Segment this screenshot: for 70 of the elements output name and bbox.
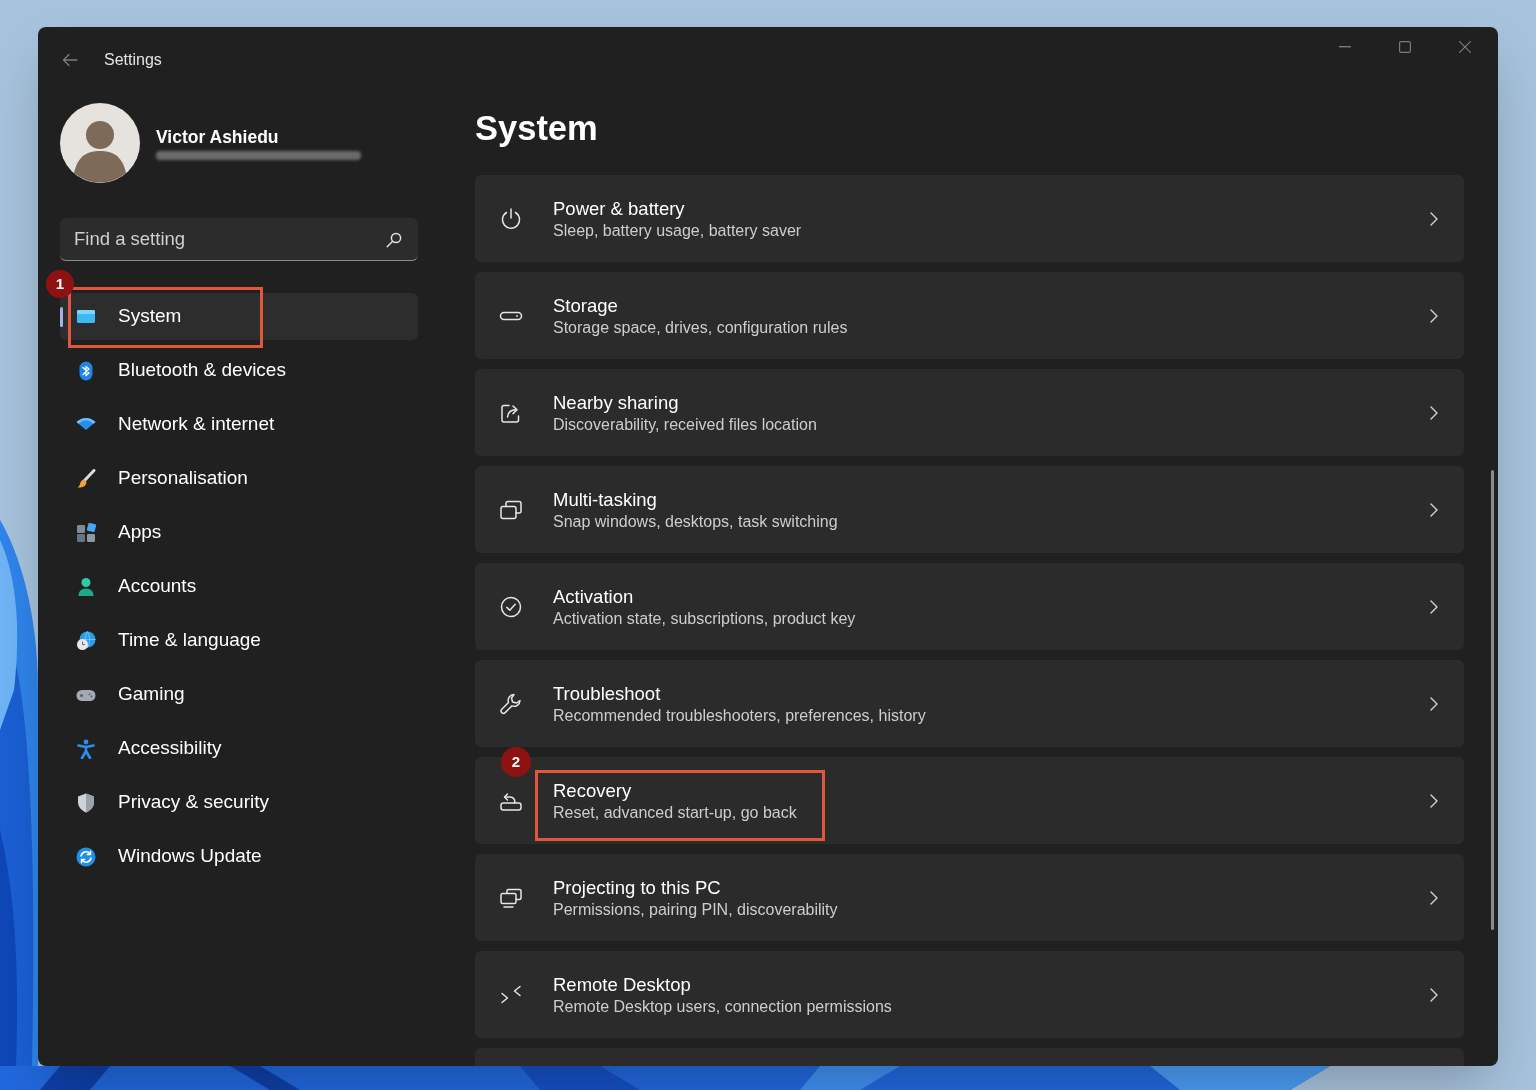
nav-item[interactable]: Time & language [60, 617, 418, 664]
step-marker: 1 [46, 270, 74, 298]
chevron-right-icon [1430, 793, 1438, 808]
nav-item[interactable]: Personalisation [60, 455, 418, 502]
card-title: Recovery [553, 778, 633, 802]
card-subtitle: Recommended troubleshooters, preferences, history [553, 705, 926, 726]
card-title: Storage [553, 293, 619, 317]
page-title: System [475, 108, 599, 149]
card-title: Nearby sharing [553, 390, 680, 414]
card-subtitle: Permissions, pairing PIN, discoverability [553, 899, 838, 920]
sync-arrows-icon [76, 846, 96, 867]
minimize-icon[interactable] [1339, 46, 1351, 48]
shield-icon [76, 792, 96, 813]
settings-card[interactable]: Remote Desktop Remote Desktop users, connection permissions [475, 951, 1464, 1038]
chevron-right-icon [1430, 987, 1438, 1002]
accessibility-figure-icon [76, 738, 96, 759]
chevron-right-icon [1430, 890, 1438, 905]
nav-item[interactable]: Network & internet [60, 401, 418, 448]
search-field[interactable]: Find a setting [60, 218, 418, 261]
apps-grid-icon [76, 522, 96, 543]
settings-card[interactable]: Storage Storage space, drives, configuration rules [475, 272, 1464, 359]
globe-clock-icon [76, 630, 96, 651]
settings-card[interactable]: Multi-tasking Snap windows, desktops, task switching [475, 466, 1464, 553]
step-marker: 2 [501, 747, 531, 777]
chevron-right-icon [1430, 502, 1438, 517]
power-icon [499, 206, 523, 231]
wrench-icon [499, 691, 523, 716]
nav-item[interactable]: Accessibility [60, 725, 418, 772]
search-icon[interactable] [386, 232, 402, 248]
chevron-right-icon [1430, 696, 1438, 711]
check-circle-icon [499, 594, 523, 619]
person-icon [76, 576, 96, 597]
card-title: Activation [553, 584, 635, 608]
settings-card[interactable]: Power & battery Sleep, battery usage, battery saver [475, 175, 1464, 262]
back-arrow-icon[interactable] [62, 52, 78, 68]
nav-item[interactable]: Apps [60, 509, 418, 556]
settings-card[interactable]: Nearby sharing Discoverability, received files location [475, 369, 1464, 456]
nav-item[interactable]: Privacy & security [60, 779, 418, 826]
card-title: Remote Desktop [553, 972, 692, 996]
scrollbar-thumb[interactable] [1491, 470, 1494, 930]
nav-item[interactable]: Windows Update [60, 833, 418, 880]
nav-item[interactable]: System [60, 293, 418, 340]
selection-indicator [60, 307, 63, 327]
nav-item[interactable]: Accounts [60, 563, 418, 610]
nav-item[interactable]: Gaming [60, 671, 418, 718]
account-name: Victor Ashiedu [156, 126, 280, 148]
card-subtitle: Discoverability, received files location [553, 414, 817, 435]
card-subtitle: Storage space, drives, configuration rules [553, 317, 848, 338]
window-title: Settings [104, 50, 162, 70]
settings-card[interactable]: Projecting to this PC Permissions, pairing PIN, discoverability [475, 854, 1464, 941]
paintbrush-icon [76, 468, 96, 489]
settings-card[interactable]: Troubleshoot Recommended troubleshooters, preferences, history [475, 660, 1464, 747]
card-title: Power & battery [553, 196, 686, 220]
chevron-right-icon [1430, 599, 1438, 614]
card-subtitle: Activation state, subscriptions, product key [553, 608, 856, 629]
nav-item[interactable]: Bluetooth & devices [60, 347, 418, 394]
card-subtitle: Sleep, battery usage, battery saver [553, 220, 802, 241]
chevron-right-icon [1430, 308, 1438, 323]
settings-card[interactable]: Activation Activation state, subscriptions, product key [475, 563, 1464, 650]
chevron-right-icon [1430, 405, 1438, 420]
card-title: Multi-tasking [553, 487, 658, 511]
card-subtitle: Reset, advanced start-up, go back [553, 802, 797, 823]
close-icon[interactable] [1459, 41, 1471, 53]
card-subtitle: Snap windows, desktops, task switching [553, 511, 838, 532]
avatar-placeholder[interactable] [60, 103, 140, 183]
card-title: Projecting to this PC [553, 875, 722, 899]
card-title: Troubleshoot [553, 681, 662, 705]
card-subtitle: Remote Desktop users, connection permissions [553, 996, 892, 1017]
chevron-right-icon [1430, 211, 1438, 226]
maximize-icon[interactable] [1399, 41, 1411, 53]
